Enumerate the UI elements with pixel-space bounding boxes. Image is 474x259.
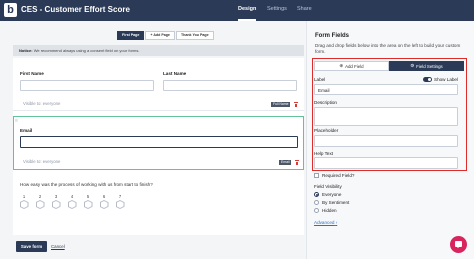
tab-design[interactable]: Design <box>238 6 256 12</box>
consent-notice: Notice: We recommend always using a cons… <box>13 45 304 56</box>
rating-option[interactable]: 2 <box>32 194 48 209</box>
hexagon-icon <box>67 200 77 209</box>
advanced-label: Advanced <box>314 220 335 225</box>
hexagon-icon <box>35 200 45 209</box>
delete-field-icon[interactable] <box>294 102 298 107</box>
description-textarea[interactable] <box>314 107 458 126</box>
hexagon-icon <box>51 200 61 209</box>
rating-option[interactable]: 4 <box>64 194 80 209</box>
rating-number: 6 <box>102 194 106 199</box>
visibility-text: Visible to: everyone <box>23 159 61 164</box>
page-tabs: First Page + Add Page Thank You Page <box>117 31 215 40</box>
active-tab-indicator <box>238 19 256 21</box>
notice-text: We recommend always using a consent fiel… <box>33 48 140 53</box>
visibility-hidden-radio[interactable] <box>314 208 319 213</box>
chat-icon[interactable] <box>450 236 467 253</box>
visibility-everyone-label: Everyone <box>322 192 342 197</box>
rating-number: 7 <box>118 194 122 199</box>
panel-title: Form Fields <box>315 33 350 39</box>
builder-footer: Save form Cancel <box>0 235 306 259</box>
field-divider <box>13 110 304 111</box>
rating-option[interactable]: 6 <box>96 194 112 209</box>
label-input[interactable]: Email <box>314 84 458 95</box>
rating-number: 2 <box>38 194 42 199</box>
help-text-label: Help Text <box>314 151 334 156</box>
notice-prefix: Notice: <box>19 48 33 53</box>
drag-handle-icon[interactable]: ⠿ <box>15 118 18 123</box>
placeholder-label: Placeholder <box>314 128 339 133</box>
visibility-sentiment-radio[interactable] <box>314 200 319 205</box>
visibility-text: Visible to: everyone <box>23 101 61 106</box>
form-builder: First Page + Add Page Thank You Page Not… <box>10 28 304 259</box>
hexagon-icon <box>115 200 125 209</box>
form-title: CES - Customer Effort Score <box>21 5 130 14</box>
rating-option[interactable]: 5 <box>80 194 96 209</box>
label-input-value: Email <box>318 88 330 93</box>
email-label: Email <box>20 128 33 133</box>
panel-description: Drag and drop fields below into the area… <box>315 43 461 54</box>
gear-icon: ⚙ <box>410 63 415 68</box>
first-name-input[interactable] <box>20 80 154 91</box>
rating-number: 1 <box>22 194 26 199</box>
last-name-label: Last Name <box>163 71 187 76</box>
page-tab-first[interactable]: First Page <box>117 31 145 40</box>
tab-field-settings[interactable]: ⚙ Field Settings <box>389 61 464 71</box>
rating-number: 3 <box>54 194 58 199</box>
help-text-input[interactable] <box>314 157 458 169</box>
show-label-toggle[interactable] <box>423 77 432 82</box>
rating-number: 4 <box>70 194 74 199</box>
tab-share[interactable]: Share <box>297 6 312 12</box>
rating-option[interactable]: 3 <box>48 194 64 209</box>
tab-add-field-label: Add Field <box>345 63 364 69</box>
visibility-everyone-radio[interactable] <box>314 192 319 197</box>
rating-scale: 1 2 3 4 5 6 7 <box>16 194 128 209</box>
visibility-hidden-label: Hidden <box>322 208 337 213</box>
page-tab-thank-you[interactable]: Thank You Page <box>175 31 214 40</box>
panel-tabs: ⊕ Add Field ⚙ Field Settings <box>314 61 464 71</box>
hexagon-icon <box>83 200 93 209</box>
chevron-right-icon: › <box>335 220 338 225</box>
show-label-text: Show Label <box>434 77 459 82</box>
rating-option[interactable]: 1 <box>16 194 32 209</box>
add-page-button[interactable]: + Add Page <box>145 31 175 40</box>
advanced-link[interactable]: Advanced › <box>314 220 337 225</box>
rating-option[interactable]: 7 <box>112 194 128 209</box>
tab-field-settings-label: Field Settings <box>416 63 443 69</box>
required-label: Required Field? <box>322 173 355 178</box>
field-type-badge: Full Name <box>271 102 291 107</box>
save-form-button[interactable]: Save form <box>16 241 47 252</box>
email-input[interactable] <box>20 136 298 148</box>
rating-number: 5 <box>86 194 90 199</box>
description-label: Description <box>314 100 337 105</box>
label-field-label: Label <box>314 77 326 82</box>
plus-circle-icon: ⊕ <box>339 63 344 68</box>
rating-question: How easy was the process of working with… <box>20 182 153 187</box>
selected-email-field[interactable]: ⠿ Email Visible to: everyone Email <box>13 116 304 170</box>
hexagon-icon <box>19 200 29 209</box>
app-logo[interactable]: b <box>4 3 17 17</box>
tab-add-field[interactable]: ⊕ Add Field <box>314 61 389 71</box>
cancel-link[interactable]: Cancel <box>51 244 65 249</box>
first-name-label: First Name <box>20 71 44 76</box>
placeholder-input[interactable] <box>314 135 458 147</box>
required-checkbox[interactable] <box>314 173 319 178</box>
top-bar: b CES - Customer Effort Score Design Set… <box>0 0 474 21</box>
visibility-label: Field Visibility <box>314 184 342 189</box>
last-name-input[interactable] <box>163 80 297 91</box>
hexagon-icon <box>99 200 109 209</box>
delete-field-icon[interactable] <box>295 160 299 165</box>
visibility-sentiment-label: By Sentiment <box>322 200 350 205</box>
tab-settings[interactable]: Settings <box>267 6 287 12</box>
field-type-badge: Email <box>279 160 292 165</box>
